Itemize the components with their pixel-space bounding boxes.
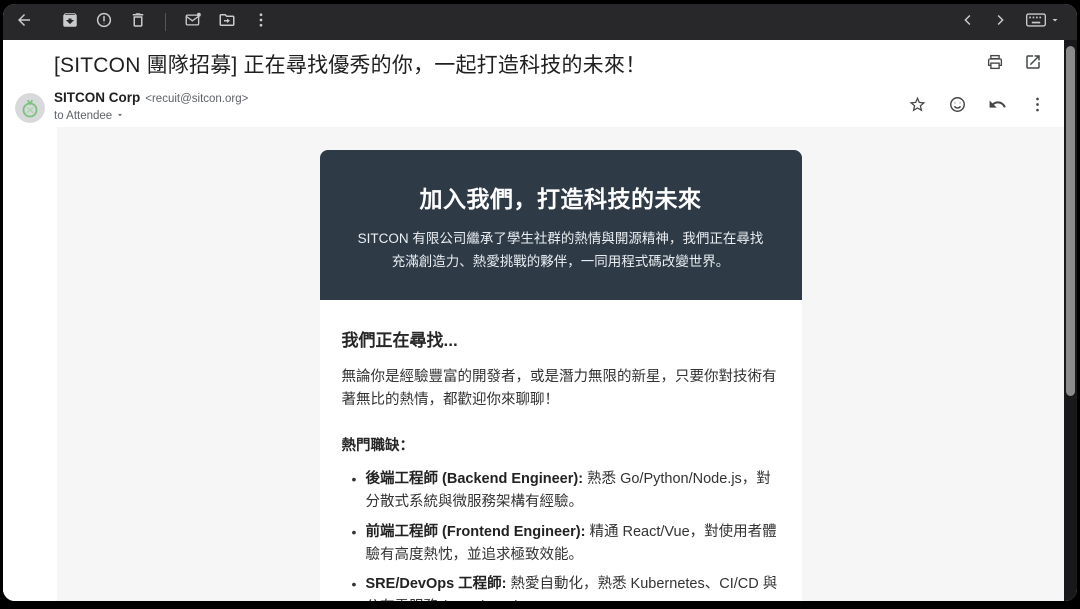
recipient-dropdown[interactable]: to Attendee xyxy=(54,107,248,125)
next-email-icon xyxy=(991,11,1009,34)
sender-address: <recuit@sitcon.org> xyxy=(145,93,248,105)
subject-actions xyxy=(982,51,1046,77)
move-to-icon xyxy=(218,11,236,34)
job-title: SRE/DevOps 工程師: xyxy=(366,576,507,592)
archive-icon xyxy=(61,11,79,34)
hero-title: 加入我們，打造科技的未來 xyxy=(356,180,766,214)
previous-email-icon xyxy=(959,11,977,34)
print-button[interactable] xyxy=(982,51,1008,77)
body-heading: 我們正在尋找... xyxy=(342,326,780,351)
recipient-label: to Attendee xyxy=(54,110,112,122)
toolbar-right-group xyxy=(953,7,1061,37)
open-in-new-button[interactable] xyxy=(1020,51,1046,77)
delete-button[interactable] xyxy=(123,7,153,37)
message-more-button[interactable] xyxy=(1024,94,1050,120)
jobs-label: 熱門職缺： xyxy=(342,434,780,455)
email-client-window: [SITCON 團隊招募] 正在尋找優秀的你，一起打造科技的未來！ xyxy=(3,4,1077,601)
previous-email-button[interactable] xyxy=(953,7,983,37)
toolbar-left-group xyxy=(55,7,276,37)
report-spam-icon xyxy=(95,11,113,34)
email-paper: 我們正在尋找... 無論你是經驗豐富的開發者，或是潛力無限的新星，只要你對技術有… xyxy=(320,300,802,601)
job-item: 後端工程師 (Backend Engineer): 熟悉 Go/Python/N… xyxy=(352,468,780,514)
sender-info: SITCON Corp <recuit@sitcon.org> to Atten… xyxy=(54,90,248,125)
reply-icon xyxy=(988,95,1007,119)
next-email-button[interactable] xyxy=(985,7,1015,37)
back-icon xyxy=(15,11,33,34)
jobs-list: 後端工程師 (Backend Engineer): 熟悉 Go/Python/N… xyxy=(342,468,780,601)
more-options-icon xyxy=(252,11,270,34)
toolbar-divider xyxy=(165,13,166,31)
print-icon xyxy=(986,53,1004,76)
message-actions xyxy=(904,94,1050,120)
scrollbar-thumb[interactable] xyxy=(1066,46,1075,396)
body-intro: 無論你是經驗豐富的開發者，或是潛力無限的新星，只要你對技術有著無比的熱情，都歡迎… xyxy=(342,366,780,413)
scrollbar-track[interactable] xyxy=(1064,40,1077,601)
mark-unread-button[interactable] xyxy=(178,7,208,37)
move-to-button[interactable] xyxy=(212,7,242,37)
open-in-new-icon xyxy=(1024,53,1042,76)
more-vert-icon xyxy=(1028,95,1047,119)
toolbar xyxy=(3,4,1077,40)
email-hero-card: 加入我們，打造科技的未來 SITCON 有限公司繼承了學生社群的熱情與開源精神，… xyxy=(320,150,802,300)
report-spam-button[interactable] xyxy=(89,7,119,37)
sender-avatar[interactable] xyxy=(15,93,45,123)
emoji-reaction-icon xyxy=(948,95,967,119)
keyboard-icon xyxy=(1025,11,1047,34)
subject-row: [SITCON 團隊招募] 正在尋找優秀的你，一起打造科技的未來！ xyxy=(3,40,1064,88)
email-document: 加入我們，打造科技的未來 SITCON 有限公司繼承了學生社群的熱情與開源精神，… xyxy=(320,150,802,601)
dropdown-caret-icon xyxy=(112,107,125,125)
emoji-reaction-button[interactable] xyxy=(944,94,970,120)
star-button[interactable] xyxy=(904,94,930,120)
mark-unread-icon xyxy=(184,11,202,34)
dropdown-caret-icon xyxy=(1049,13,1061,31)
hero-subtitle: SITCON 有限公司繼承了學生社群的熱情與開源精神，我們正在尋找充滿創造力、熱… xyxy=(356,228,766,274)
job-item: SRE/DevOps 工程師: 熱愛自動化，熟悉 Kubernetes、CI/C… xyxy=(352,573,780,601)
email-body-area: 加入我們，打造科技的未來 SITCON 有限公司繼承了學生社群的熱情與開源精神，… xyxy=(3,127,1064,601)
star-icon xyxy=(908,95,927,119)
message-view: [SITCON 團隊招募] 正在尋找優秀的你，一起打造科技的未來！ xyxy=(3,40,1064,601)
email-subject: [SITCON 團隊招募] 正在尋找優秀的你，一起打造科技的未來！ xyxy=(54,49,982,79)
input-method-button[interactable] xyxy=(1025,11,1061,34)
job-item: 前端工程師 (Frontend Engineer): 精通 React/Vue，… xyxy=(352,521,780,567)
sender-row: SITCON Corp <recuit@sitcon.org> to Atten… xyxy=(3,88,1064,127)
job-title: 後端工程師 (Backend Engineer): xyxy=(366,471,584,487)
delete-icon xyxy=(129,11,147,34)
toolbar-more-button[interactable] xyxy=(246,7,276,37)
email-canvas: 加入我們，打造科技的未來 SITCON 有限公司繼承了學生社群的熱情與開源精神，… xyxy=(57,127,1064,601)
archive-button[interactable] xyxy=(55,7,85,37)
job-title: 前端工程師 (Frontend Engineer): xyxy=(366,524,586,540)
reply-button[interactable] xyxy=(984,94,1010,120)
sender-name: SITCON Corp xyxy=(54,90,140,105)
back-button[interactable] xyxy=(9,7,39,37)
